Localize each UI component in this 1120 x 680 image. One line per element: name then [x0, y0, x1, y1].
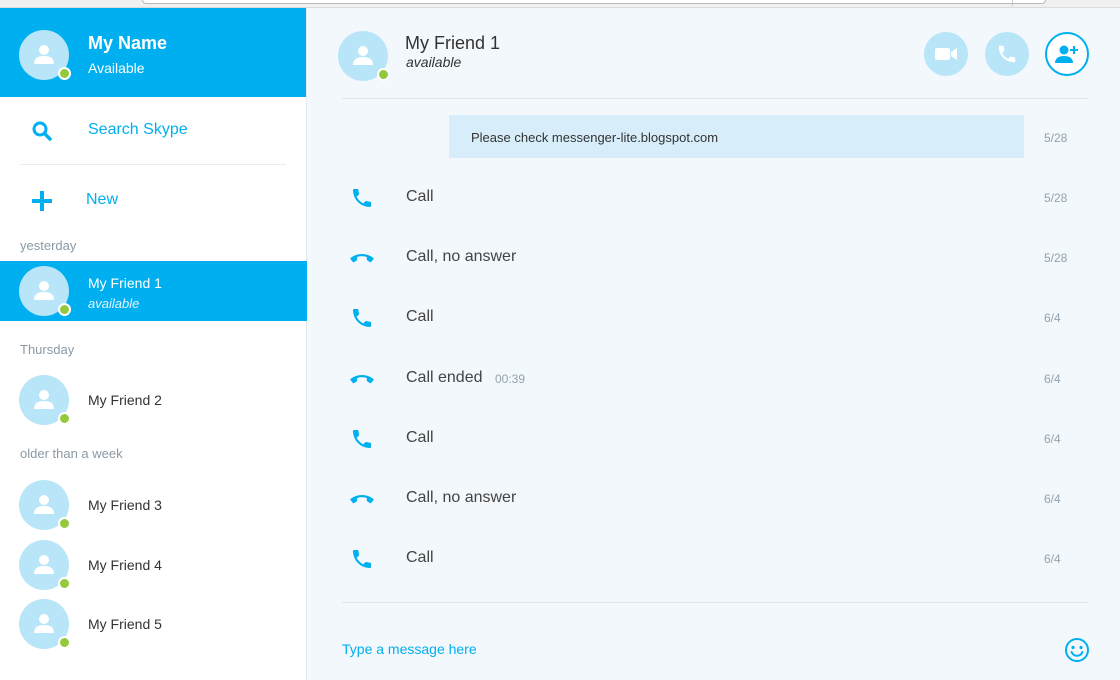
contact-status: available — [88, 296, 140, 311]
phone-icon — [353, 550, 371, 568]
contact-name: My Friend 3 — [88, 497, 162, 513]
message-bubble[interactable]: Please check messenger-lite.blogspot.com — [449, 115, 1024, 158]
search-icon — [32, 121, 52, 141]
call-history-item[interactable]: Call 6/4 — [308, 419, 1120, 459]
call-history-item[interactable]: Call 6/4 — [308, 298, 1120, 338]
phone-icon — [353, 189, 371, 207]
my-name: My Name — [88, 33, 168, 53]
avatar — [19, 375, 71, 425]
call-label: Call — [406, 549, 434, 566]
call-label: Call, no answer — [406, 248, 517, 265]
sidebar: My Name Available Search Skype New yeste… — [0, 8, 307, 680]
call-timestamp: 5/28 — [1044, 191, 1068, 205]
avatar — [19, 266, 71, 316]
plus-icon — [32, 191, 52, 211]
call-history-item[interactable]: Call ended 00:39 6/4 — [308, 359, 1120, 399]
user-icon — [34, 281, 54, 300]
contact-name: My Friend 4 — [88, 557, 162, 573]
conversation-pane: My Friend 1 available Please check messe… — [308, 8, 1120, 680]
phone-icon — [353, 309, 371, 327]
call-timestamp: 6/4 — [1044, 492, 1061, 506]
call-label: Call — [406, 429, 434, 446]
chat-header: My Friend 1 available — [308, 8, 1120, 98]
message-input[interactable] — [342, 641, 942, 657]
call-history-item[interactable]: Call, no answer 5/28 — [308, 238, 1120, 278]
presence-dot — [58, 412, 71, 425]
emoticon-icon[interactable] — [1064, 637, 1090, 663]
call-label: Call — [406, 308, 434, 325]
video-camera-icon — [935, 48, 957, 60]
hangup-icon — [350, 375, 374, 384]
presence-dot — [58, 303, 71, 316]
call-timestamp: 6/4 — [1044, 372, 1061, 386]
message-timestamp: 5/28 — [1044, 131, 1068, 145]
user-icon — [34, 614, 54, 633]
call-label: Call ended — [406, 369, 483, 386]
presence-dot — [58, 67, 71, 80]
user-icon — [34, 390, 54, 409]
new-label: New — [86, 191, 119, 208]
hangup-icon — [350, 254, 374, 263]
presence-dot — [377, 68, 390, 81]
search-skype-button[interactable]: Search Skype — [0, 110, 307, 150]
call-history-item[interactable]: Call 6/4 — [308, 539, 1120, 579]
header-divider — [342, 98, 1088, 99]
user-icon — [353, 46, 373, 65]
avatar — [19, 30, 71, 80]
call-label: Call — [406, 188, 434, 205]
hangup-icon — [350, 495, 374, 504]
video-call-button[interactable] — [924, 32, 968, 76]
avatar — [19, 480, 71, 530]
phone-icon — [353, 430, 371, 448]
my-status: Available — [88, 60, 145, 76]
contact-name: My Friend 5 — [88, 616, 162, 632]
phone-icon — [998, 45, 1016, 63]
divider — [20, 164, 286, 165]
group-label-older: older than a week — [20, 446, 123, 461]
add-people-button[interactable] — [1045, 32, 1089, 76]
browser-frame — [0, 0, 1120, 8]
contact-item-my-friend-4[interactable]: My Friend 4 — [0, 535, 307, 595]
call-duration: 00:39 — [495, 372, 526, 386]
call-timestamp: 6/4 — [1044, 311, 1061, 325]
composer-divider — [342, 602, 1088, 603]
search-label: Search Skype — [88, 121, 188, 138]
voice-call-button[interactable] — [985, 32, 1029, 76]
avatar — [19, 599, 71, 649]
contact-item-my-friend-3[interactable]: My Friend 3 — [0, 475, 307, 535]
chat-contact-status: available — [406, 54, 462, 70]
call-label: Call, no answer — [406, 489, 517, 506]
call-history-item[interactable]: Call, no answer 6/4 — [308, 479, 1120, 519]
presence-dot — [58, 577, 71, 590]
group-label-thursday: Thursday — [20, 342, 75, 357]
contact-name: My Friend 2 — [88, 392, 162, 408]
contact-name: My Friend 1 — [88, 275, 162, 291]
presence-dot — [58, 636, 71, 649]
user-icon — [34, 495, 54, 514]
address-bar[interactable] — [142, 0, 1046, 4]
call-timestamp: 5/28 — [1044, 251, 1068, 265]
chat-contact-name: My Friend 1 — [405, 33, 501, 53]
avatar — [19, 540, 71, 590]
call-timestamp: 6/4 — [1044, 552, 1061, 566]
presence-dot — [58, 517, 71, 530]
call-timestamp: 6/4 — [1044, 432, 1061, 446]
user-icon — [34, 555, 54, 574]
avatar[interactable] — [338, 31, 390, 81]
user-icon — [34, 45, 54, 64]
contact-item-my-friend-5[interactable]: My Friend 5 — [0, 594, 307, 654]
add-user-icon — [1055, 45, 1078, 63]
contact-item-my-friend-2[interactable]: My Friend 2 — [0, 370, 307, 430]
new-button[interactable]: New — [0, 180, 307, 220]
toolbar-separator — [1012, 0, 1013, 6]
message-text: Please check messenger-lite.blogspot.com — [471, 130, 719, 145]
group-label-yesterday: yesterday — [20, 238, 77, 253]
my-profile[interactable]: My Name Available — [0, 8, 306, 97]
contact-item-my-friend-1[interactable]: My Friend 1 available — [0, 261, 307, 321]
call-history-item[interactable]: Call 5/28 — [308, 178, 1120, 218]
